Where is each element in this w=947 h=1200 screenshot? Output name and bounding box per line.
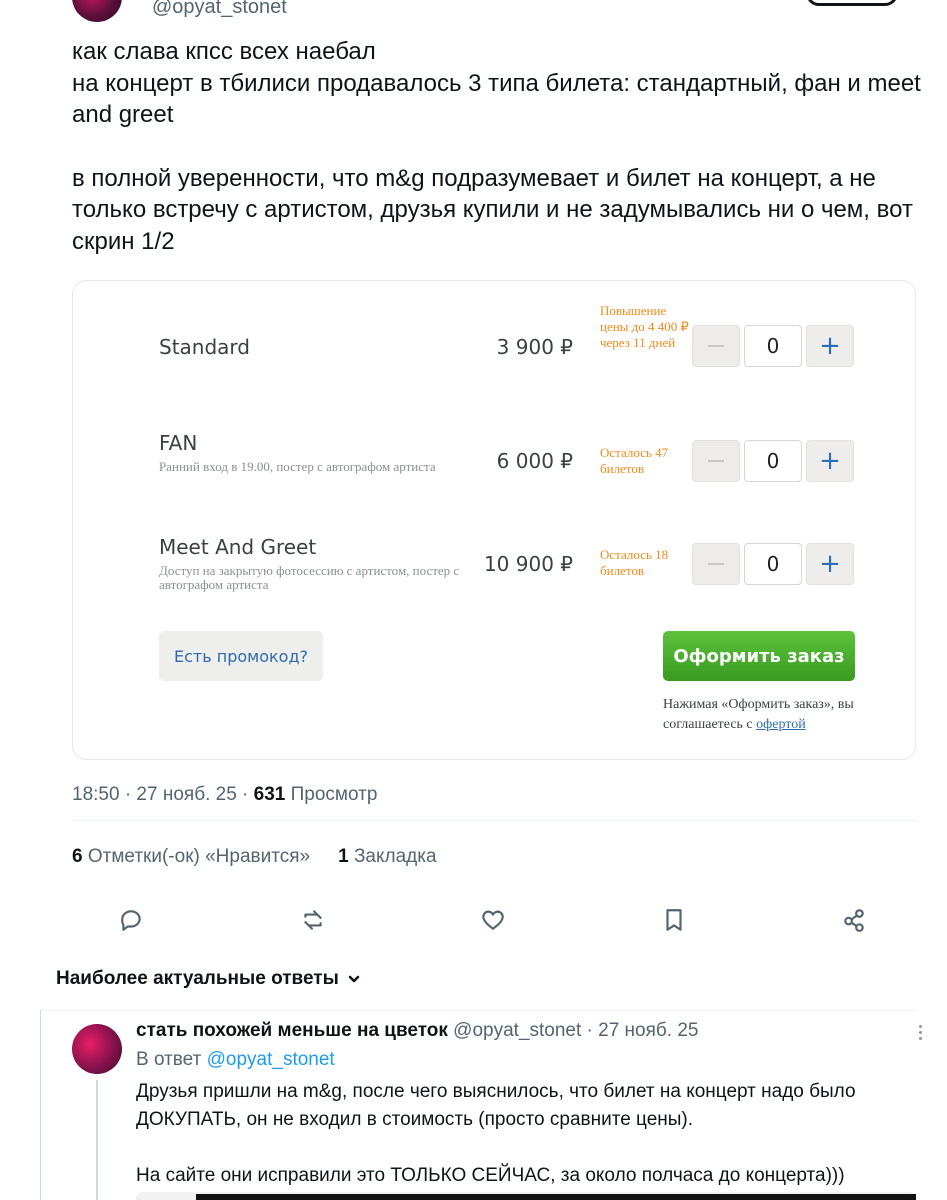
like-button[interactable] (477, 904, 509, 936)
author-handle[interactable]: @opyat_stonet (152, 0, 287, 19)
decrement-button[interactable] (692, 440, 740, 482)
reply-paragraph: Друзья пришли на m&g, после чего выяснил… (136, 1081, 856, 1130)
ticket-screenshot-card: Standard 3 900 ₽ Повышение цены до 4 400… (72, 280, 916, 760)
ticket-price: 6 000 ₽ (496, 449, 573, 473)
tweet-line: как слава кпсс всех наебал (72, 38, 376, 65)
bookmarks-stat[interactable]: 1 Закладка (338, 846, 436, 867)
tweet-timestamp[interactable]: 18:50 · 27 нояб. 25 · (72, 784, 248, 805)
ticket-price: 10 900 ₽ (483, 552, 573, 576)
increment-button[interactable]: + (806, 440, 854, 482)
ticket-description: Ранний вход в 19.00, постер с автографом… (159, 459, 436, 474)
retweet-button[interactable] (297, 904, 329, 936)
thread-line (96, 1080, 98, 1200)
plus-icon: + (819, 331, 841, 361)
plus-icon: + (819, 549, 841, 579)
dot-icon (918, 1036, 922, 1040)
reply-text: Друзья пришли на m&g, после чего выяснил… (136, 1078, 926, 1190)
minus-icon (708, 460, 724, 462)
reply-author-name[interactable]: стать похожей меньше на цветок (136, 1020, 448, 1041)
bookmark-button[interactable] (658, 904, 690, 936)
tweet-meta: 18:50 · 27 нояб. 25 · 631 Просмотр (72, 784, 377, 806)
ticket-row-standard: Standard 3 900 ₽ Повышение цены до 4 400… (73, 303, 915, 383)
bookmark-icon (666, 909, 682, 931)
offer-link[interactable]: офертой (756, 717, 806, 732)
views-label: Просмотр (290, 784, 378, 805)
likes-stat[interactable]: 6 Отметки(-ок) «Нравится» (72, 846, 310, 867)
divider (72, 820, 916, 821)
dot-icon (918, 1024, 922, 1028)
reply-paragraph: На сайте они исправили это ТОЛЬКО СЕЙЧАС… (136, 1165, 845, 1186)
ticket-row-meet-and-greet: Meet And Greet Доступ на закрытую фотосе… (73, 535, 915, 615)
quantity-input[interactable]: 0 (744, 440, 802, 482)
divider (40, 1010, 916, 1011)
views-count: 631 (253, 784, 286, 805)
quantity-stepper: 0 + (692, 325, 856, 367)
replies-sort-label: Наиболее актуальные ответы (56, 968, 339, 989)
ticket-name: Standard (159, 335, 250, 359)
minus-icon (708, 345, 724, 347)
quantity-stepper: 0 + (692, 440, 856, 482)
retweet-icon (304, 910, 322, 930)
quantity-stepper: 0 + (692, 543, 856, 585)
quantity-input[interactable]: 0 (744, 325, 802, 367)
replies-sort-dropdown[interactable]: Наиболее актуальные ответы (56, 968, 361, 990)
ticket-row-fan: FAN Ранний вход в 19.00, постер с автогр… (73, 431, 915, 511)
reply-border (40, 1010, 41, 1200)
promo-code-button[interactable]: Есть промокод? (159, 631, 323, 681)
tweet-line: в полной уверенности, что m&g подразумев… (72, 164, 913, 255)
author-avatar[interactable] (72, 0, 122, 22)
decrement-button[interactable] (692, 543, 740, 585)
reply-handle-date[interactable]: @opyat_stonet · 27 нояб. 25 (453, 1020, 698, 1041)
ticket-name: FAN (159, 431, 198, 455)
quantity-input[interactable]: 0 (744, 543, 802, 585)
ticket-note: Повышение цены до 4 400 ₽ через 11 дней (600, 303, 689, 350)
replying-to: В ответ @opyat_stonet (136, 1049, 335, 1071)
increment-button[interactable]: + (806, 325, 854, 367)
increment-button[interactable]: + (806, 543, 854, 585)
media-preview-edge (136, 1192, 916, 1200)
reply-button[interactable] (115, 904, 147, 936)
agreement-text: Нажимая «Оформить заказ», вы соглашаетес… (663, 695, 863, 735)
bookmarks-count: 1 (338, 846, 349, 867)
ticket-price: 3 900 ₽ (496, 335, 573, 359)
place-order-button[interactable]: Оформить заказ (663, 631, 855, 681)
more-options-button[interactable] (910, 1020, 930, 1044)
likes-label: Отметки(-ок) «Нравится» (87, 846, 311, 867)
replying-to-handle[interactable]: @opyat_stonet (207, 1049, 335, 1070)
plus-icon: + (819, 446, 841, 476)
ticket-name: Meet And Greet (159, 535, 317, 559)
ticket-note: Осталось 47 билетов (600, 445, 669, 476)
minus-icon (708, 563, 724, 565)
replying-to-label: В ответ (136, 1049, 202, 1070)
ticket-description: Доступ на закрытую фотосессию с артистом… (159, 563, 460, 592)
follow-button[interactable] (806, 0, 898, 6)
chevron-down-icon (348, 975, 360, 983)
likes-count: 6 (72, 846, 83, 867)
heart-icon (482, 910, 504, 930)
dot-icon (918, 1030, 922, 1034)
bookmarks-label: Закладка (353, 846, 437, 867)
reply-avatar[interactable] (72, 1024, 122, 1074)
reply-header: стать похожей меньше на цветок @opyat_st… (136, 1020, 698, 1042)
tweet-line: на концерт в тбилиси продавалось 3 типа … (72, 69, 921, 129)
reply-icon (121, 910, 141, 931)
ticket-note: Осталось 18 билетов (600, 547, 669, 578)
action-bar (0, 904, 947, 936)
tweet-text: как слава кпсс всех наебал на концерт в … (72, 36, 922, 257)
share-button[interactable] (838, 904, 870, 936)
decrement-button[interactable] (692, 325, 740, 367)
share-icon (844, 909, 864, 932)
tweet-stats: 6 Отметки(-ок) «Нравится» 1 Закладка (72, 846, 437, 868)
